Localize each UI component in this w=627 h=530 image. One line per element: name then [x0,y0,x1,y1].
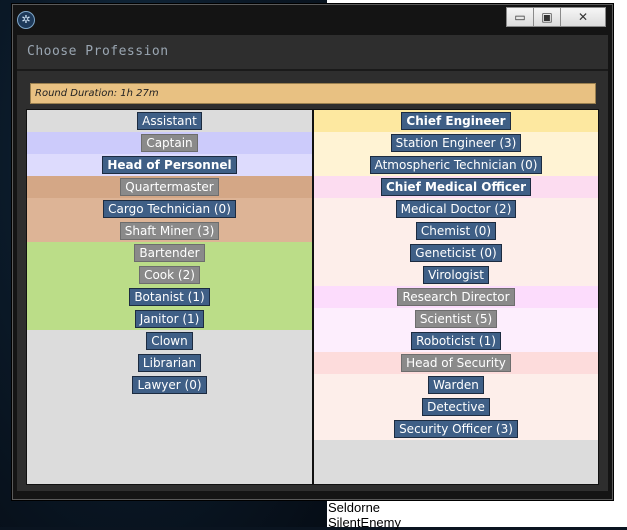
job-button[interactable]: Security Officer (3) [394,420,518,438]
job-row: Quartermaster [27,176,312,198]
player-name: Seldorne [328,500,381,515]
job-button[interactable]: Clown [146,332,193,350]
job-row: Librarian [27,352,312,374]
job-button[interactable]: Botanist (1) [129,288,210,306]
job-row: Medical Doctor (2) [314,198,598,220]
job-button: Quartermaster [120,178,219,196]
title-divider [17,69,608,71]
job-row: Cook (2) [27,264,312,286]
job-row: Assistant [27,110,312,132]
job-button: Captain [141,134,198,152]
job-row: Station Engineer (3) [314,132,598,154]
job-button: Shaft Miner (3) [119,222,220,240]
close-button[interactable]: ✕ [560,7,606,27]
job-button: Research Director [397,288,515,306]
page-title: Choose Profession [27,44,169,59]
job-button[interactable]: Cargo Technician (0) [103,200,236,218]
job-button: Scientist (5) [414,310,498,328]
player-list: Seldorne SilentEnemy [328,500,401,530]
job-button[interactable]: Librarian [137,354,202,372]
job-row: Roboticist (1) [314,330,598,352]
job-button[interactable]: Assistant [137,112,202,130]
job-button[interactable]: Medical Doctor (2) [395,200,517,218]
job-row: Atmospheric Technician (0) [314,154,598,176]
job-row: Chemist (0) [314,220,598,242]
job-button[interactable]: Chief Engineer [401,112,511,130]
job-row: Bartender [27,242,312,264]
job-button[interactable]: Warden [428,376,484,394]
job-button[interactable]: Virologist [423,266,489,284]
job-row: Clown [27,330,312,352]
job-grid: Assistant Captain Head of Personnel Quarter… [26,109,599,485]
window-titlebar[interactable]: ✲ ▭ ▣ ✕ [13,5,612,33]
round-duration-text: Round Duration: 1h 27m [35,88,159,99]
job-row: Janitor (1) [27,308,312,330]
job-button: Head of Security [401,354,511,372]
job-row: Botanist (1) [27,286,312,308]
left-job-column: Assistant Captain Head of Personnel Quarter… [27,110,312,484]
job-button[interactable]: Head of Personnel [102,156,237,174]
player-name: SilentEnemy [328,515,401,530]
job-button[interactable]: Roboticist (1) [411,332,501,350]
job-button[interactable]: Atmospheric Technician (0) [369,156,543,174]
job-row: Geneticist (0) [314,242,598,264]
job-row: Research Director [314,286,598,308]
job-button: Bartender [134,244,205,262]
maximize-button[interactable]: ▣ [533,7,561,27]
job-button[interactable]: Lawyer (0) [132,376,207,394]
job-row: Cargo Technician (0) [27,198,312,220]
job-button[interactable]: Station Engineer (3) [390,134,522,152]
job-row: Detective [314,396,598,418]
job-row: Lawyer (0) [27,374,312,396]
job-row: Head of Personnel [27,154,312,176]
job-row: Head of Security [314,352,598,374]
job-button[interactable]: Chemist (0) [415,222,497,240]
choose-profession-window: ✲ ▭ ▣ ✕ Choose Profession Round Duration… [12,4,613,500]
right-job-column: Chief Engineer Station Engineer (3) Atmosp… [314,110,598,484]
job-button[interactable]: Janitor (1) [134,310,205,328]
job-row: Warden [314,374,598,396]
job-row: Captain [27,132,312,154]
job-row: Chief Engineer [314,110,598,132]
job-button[interactable]: Geneticist (0) [410,244,502,262]
job-button[interactable]: Detective [422,398,490,416]
job-row: Scientist (5) [314,308,598,330]
app-icon: ✲ [17,11,35,29]
minimize-button[interactable]: ▭ [506,7,534,27]
job-button: Cook (2) [139,266,200,284]
job-row: Security Officer (3) [314,418,598,440]
job-button[interactable]: Chief Medical Officer [380,178,532,196]
round-duration-bar: Round Duration: 1h 27m [30,83,596,104]
job-row: Chief Medical Officer [314,176,598,198]
job-row: Virologist [314,264,598,286]
profession-panel: Choose Profession Round Duration: 1h 27m… [17,35,608,491]
job-row: Shaft Miner (3) [27,220,312,242]
